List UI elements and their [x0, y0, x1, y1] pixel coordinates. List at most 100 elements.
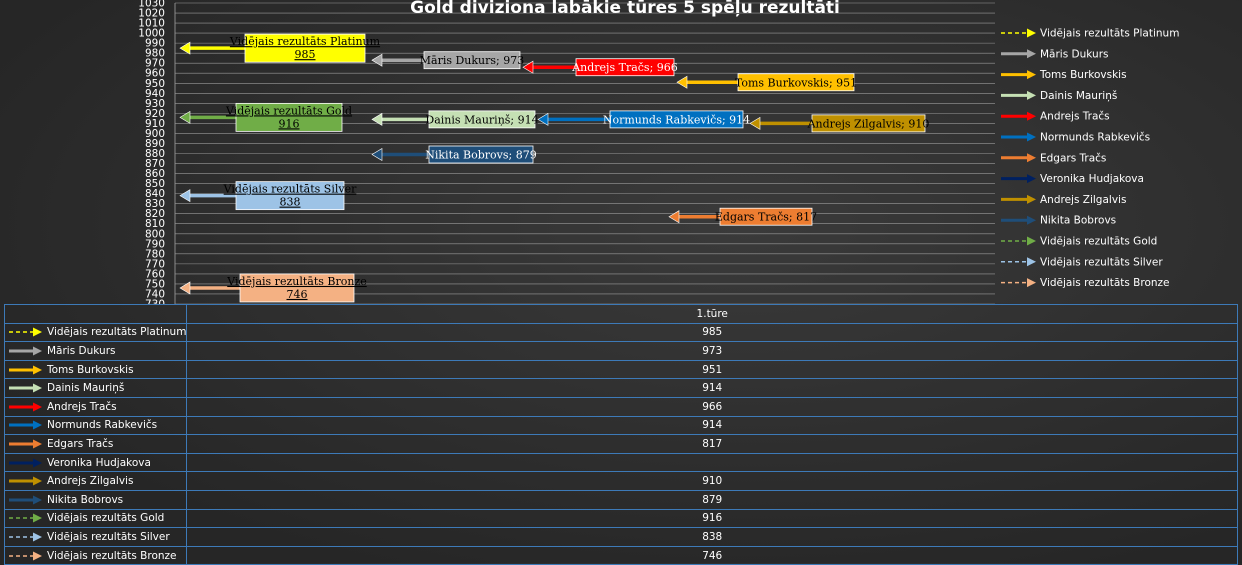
- legend-arrowhead: [1027, 257, 1036, 267]
- data-table-series-name: Vidējais rezultāts Bronze: [47, 549, 177, 562]
- legend-entry: Vidējais rezultāts Gold: [1001, 236, 1157, 248]
- data-label: 838: [280, 196, 301, 209]
- legend-entry: Normunds Rabkevičs: [1001, 132, 1150, 144]
- data-marks: Vidējais rezultāts Platinum985 Māris Duku…: [179, 33, 929, 303]
- table-swatch: [9, 346, 42, 356]
- data-table-series-name: Toms Burkovskis: [47, 363, 134, 376]
- data-table-series-key: Andrejs Tračs: [3, 396, 188, 417]
- data-table-series-key: Vidējais rezultāts Silver: [3, 527, 188, 547]
- legend-entry: Nikita Bobrovs: [1001, 215, 1116, 227]
- data-table-series-name: Vidējais rezultāts Silver: [47, 530, 170, 543]
- data-table-row: Toms Burkovskis 951: [3, 359, 1238, 380]
- legend-label: Māris Dukurs: [1040, 48, 1108, 60]
- table-swatch: [9, 551, 42, 561]
- legend-label: Vidējais rezultāts Bronze: [1040, 277, 1170, 289]
- arrow-mark: Vidējais rezultāts Bronze746: [179, 273, 367, 303]
- arrow-mark: Toms Burkovskis; 951: [676, 73, 857, 92]
- legend-label: Andrejs Zilgalvis: [1040, 194, 1126, 206]
- data-table-series-name: Dainis Mauriņš: [47, 382, 125, 395]
- data-table-series-key: Vidējais rezultāts Gold: [3, 508, 188, 529]
- data-table-series-name: Edgars Tračs: [47, 437, 114, 450]
- y-tick-label: 1030: [138, 0, 165, 10]
- legend-label: Vidējais rezultāts Silver: [1040, 256, 1163, 268]
- data-table-value: [186, 452, 1238, 473]
- legend-label: Andrejs Tračs: [1040, 111, 1110, 123]
- legend-label: Dainis Mauriņš: [1040, 90, 1117, 102]
- data-table-row: Edgars Tračs 817: [3, 434, 1238, 454]
- arrow-head: [371, 147, 383, 162]
- table-swatch: [9, 420, 42, 430]
- data-table-series-key: Vidējais rezultāts Platinum: [3, 322, 188, 343]
- data-table-category: 1.tūre: [186, 304, 1238, 324]
- legend-label: Toms Burkovskis: [1039, 69, 1127, 81]
- data-table-row: Vidējais rezultāts Gold 916: [3, 508, 1238, 529]
- legend-label: Normunds Rabkevičs: [1040, 132, 1150, 144]
- table-swatch: [9, 439, 42, 449]
- arrow-head: [179, 41, 191, 55]
- data-table-value: 817: [186, 434, 1238, 454]
- data-table-series-name: Normunds Rabkevičs: [47, 419, 158, 432]
- arrow-mark: Nikita Bobrovs; 879: [371, 145, 537, 164]
- legend-entry: Dainis Mauriņš: [1001, 90, 1117, 102]
- data-table-series-key: Andrejs Zilgalvis: [3, 471, 188, 491]
- data-label: Normunds Rabkevičs; 914: [603, 113, 750, 126]
- data-table-row: Vidējais rezultāts Silver 838: [3, 527, 1238, 547]
- legend-entry: Vidējais rezultāts Bronze: [1001, 277, 1170, 289]
- chart: 7307407507607707807908008108208308408508…: [138, 0, 1179, 305]
- legend-arrowhead: [1027, 70, 1036, 80]
- data-label: Vidējais rezultāts Gold: [225, 104, 352, 117]
- legend-entry: Vidējais rezultāts Platinum: [1001, 28, 1179, 40]
- table-swatch: [9, 458, 42, 468]
- data-table-value: 910: [186, 471, 1238, 491]
- data-table-series-key: Nikita Bobrovs: [3, 489, 188, 510]
- data-table-row: Dainis Mauriņš 914: [3, 378, 1238, 398]
- data-table-value: 746: [186, 545, 1238, 565]
- data-table-series-key: Vidējais rezultāts Bronze: [3, 545, 188, 565]
- table-swatch: [9, 532, 42, 542]
- data-table-value: 973: [186, 341, 1238, 361]
- legend-arrowhead: [1027, 28, 1036, 38]
- data-table-row: Normunds Rabkevičs 914: [3, 415, 1238, 436]
- arrow-mark: Vidējais rezultāts Silver838: [179, 181, 357, 211]
- table-swatch: [9, 402, 42, 412]
- data-table-value: 838: [186, 527, 1238, 547]
- arrow-mark: Edgars Tračs; 817: [668, 207, 817, 226]
- legend-entry: Toms Burkovskis: [1001, 69, 1127, 81]
- data-table-series-name: Māris Dukurs: [47, 344, 116, 357]
- data-table-row: Vidējais rezultāts Bronze 746: [3, 545, 1238, 565]
- data-label: Dainis Mauriņš; 914: [425, 113, 538, 126]
- arrow-mark: Māris Dukurs; 973: [371, 51, 524, 70]
- data-table-value: 951: [186, 359, 1238, 380]
- data-table-value: 916: [186, 508, 1238, 529]
- legend-entry: Veronika Hudjakova: [1001, 173, 1144, 185]
- data-table-series-name: Vidējais rezultāts Platinum: [47, 326, 187, 339]
- data-table-value: 966: [186, 396, 1238, 417]
- data-table-row: Māris Dukurs 973: [3, 341, 1238, 361]
- data-label: Vidējais rezultāts Bronze: [226, 275, 367, 288]
- data-label: Edgars Tračs; 817: [715, 211, 817, 224]
- data-label: 746: [287, 288, 308, 301]
- legend-entry: Andrejs Tračs: [1001, 111, 1110, 123]
- data-label: 985: [295, 48, 316, 61]
- data-table-series-key: Veronika Hudjakova: [3, 452, 188, 473]
- arrow-head: [668, 210, 680, 224]
- data-table: 1.tūre Vidējais rezultāts Platinum 985 Mār…: [3, 304, 1238, 565]
- legend-arrowhead: [1027, 174, 1036, 184]
- data-table-series-key: Normunds Rabkevičs: [3, 415, 188, 436]
- data-table-series-name: Andrejs Zilgalvis: [47, 475, 134, 488]
- data-table-body: Vidējais rezultāts Platinum 985 Māris Duku…: [3, 322, 1238, 565]
- legend-entry: Vidējais rezultāts Silver: [1001, 256, 1163, 268]
- data-table-value: 879: [186, 489, 1238, 510]
- data-table-value: 985: [186, 322, 1238, 343]
- data-table-corner: [3, 304, 188, 324]
- data-label: Vidējais rezultāts Platinum: [229, 35, 381, 48]
- legend-label: Edgars Tračs: [1040, 152, 1106, 164]
- legend-entry: Māris Dukurs: [1001, 48, 1108, 60]
- legend-label: Nikita Bobrovs: [1040, 215, 1116, 227]
- legend: Vidējais rezultāts Platinum Māris Dukurs T…: [1001, 28, 1179, 289]
- data-label: Andrejs Tračs; 966: [571, 61, 678, 74]
- table-swatch: [9, 495, 42, 505]
- legend-arrowhead: [1027, 49, 1036, 59]
- legend-arrowhead: [1027, 111, 1036, 121]
- legend-arrowhead: [1027, 153, 1036, 163]
